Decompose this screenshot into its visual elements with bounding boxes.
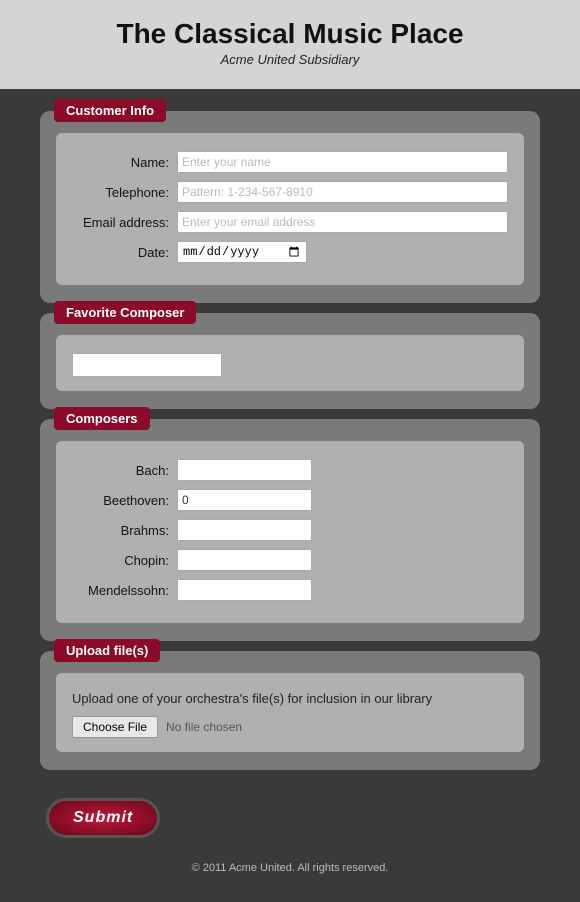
chopin-row: Chopin: bbox=[72, 549, 508, 571]
favorite-composer-section: Favorite Composer bbox=[40, 313, 540, 409]
name-input[interactable] bbox=[177, 151, 508, 173]
brahms-input[interactable] bbox=[177, 519, 312, 541]
submit-button[interactable]: Submit bbox=[46, 798, 160, 838]
name-row: Name: bbox=[72, 151, 508, 173]
date-row: Date: bbox=[72, 241, 508, 263]
page-subtitle: Acme United Subsidiary bbox=[0, 52, 580, 75]
date-label: Date: bbox=[72, 245, 177, 260]
mendelssohn-row: Mendelssohn: bbox=[72, 579, 508, 601]
top-bar: The Classical Music Place Acme United Su… bbox=[0, 0, 580, 89]
favorite-composer-label: Favorite Composer bbox=[54, 301, 196, 324]
composers-inner: Bach: Beethoven: Brahms: Chopin: Mendels… bbox=[56, 441, 524, 623]
chopin-label: Chopin: bbox=[72, 553, 177, 568]
composers-section: Composers Bach: Beethoven: Brahms: Chopi… bbox=[40, 419, 540, 641]
favorite-composer-inner bbox=[56, 335, 524, 391]
telephone-label: Telephone: bbox=[72, 185, 177, 200]
favorite-composer-input[interactable] bbox=[72, 353, 222, 377]
composers-label: Composers bbox=[54, 407, 150, 430]
upload-description: Upload one of your orchestra's file(s) f… bbox=[72, 691, 508, 706]
email-label: Email address: bbox=[72, 215, 177, 230]
upload-inner: Upload one of your orchestra's file(s) f… bbox=[56, 673, 524, 752]
brahms-label: Brahms: bbox=[72, 523, 177, 538]
footer: © 2011 Acme United. All rights reserved. bbox=[0, 848, 580, 882]
beethoven-row: Beethoven: bbox=[72, 489, 508, 511]
telephone-row: Telephone: bbox=[72, 181, 508, 203]
name-label: Name: bbox=[72, 155, 177, 170]
choose-file-button[interactable]: Choose File bbox=[72, 716, 158, 738]
bach-row: Bach: bbox=[72, 459, 508, 481]
chopin-input[interactable] bbox=[177, 549, 312, 571]
customer-info-label: Customer Info bbox=[54, 99, 166, 122]
brahms-row: Brahms: bbox=[72, 519, 508, 541]
beethoven-label: Beethoven: bbox=[72, 493, 177, 508]
no-file-text: No file chosen bbox=[166, 720, 242, 734]
bach-input[interactable] bbox=[177, 459, 312, 481]
beethoven-input[interactable] bbox=[177, 489, 312, 511]
customer-info-inner: Name: Telephone: Email address: Date: bbox=[56, 133, 524, 285]
email-row: Email address: bbox=[72, 211, 508, 233]
mendelssohn-label: Mendelssohn: bbox=[72, 583, 177, 598]
customer-info-section: Customer Info Name: Telephone: Email add… bbox=[40, 111, 540, 303]
footer-text: © 2011 Acme United. All rights reserved. bbox=[192, 862, 389, 874]
file-upload-row: Choose File No file chosen bbox=[72, 716, 508, 738]
upload-section: Upload file(s) Upload one of your orches… bbox=[40, 651, 540, 770]
email-input[interactable] bbox=[177, 211, 508, 233]
page-wrapper: The Classical Music Place Acme United Su… bbox=[0, 0, 580, 902]
upload-label: Upload file(s) bbox=[54, 639, 160, 662]
submit-area: Submit bbox=[0, 780, 580, 848]
bach-label: Bach: bbox=[72, 463, 177, 478]
telephone-input[interactable] bbox=[177, 181, 508, 203]
mendelssohn-input[interactable] bbox=[177, 579, 312, 601]
page-title: The Classical Music Place bbox=[0, 10, 580, 52]
date-input[interactable] bbox=[177, 241, 307, 263]
